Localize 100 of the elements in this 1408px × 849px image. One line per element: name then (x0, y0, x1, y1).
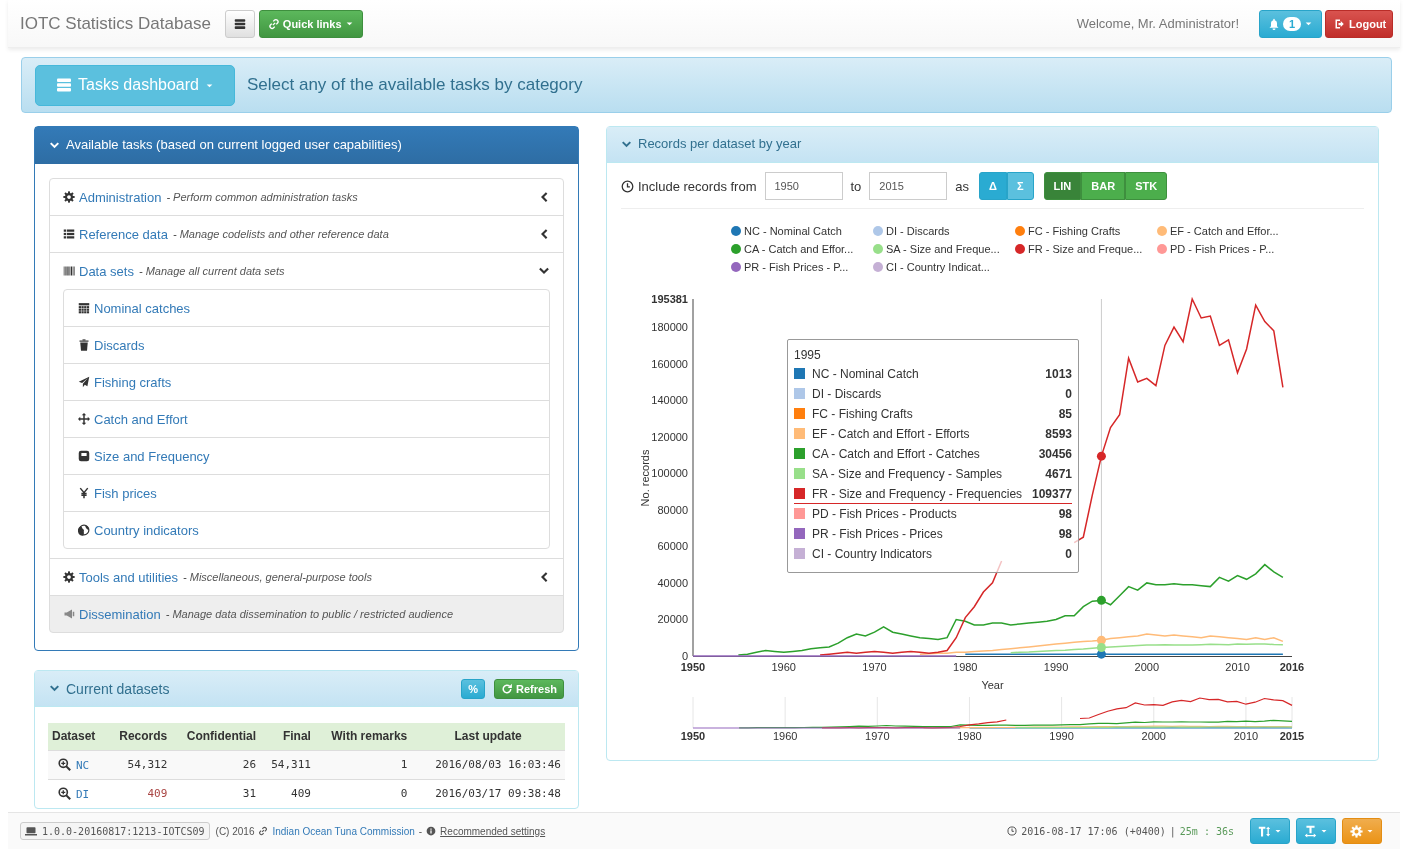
session-timer: 25m : 36s (1179, 825, 1234, 837)
logout-button[interactable]: Logout (1325, 9, 1393, 38)
column-header: Records (106, 723, 172, 750)
axis-tick-label: 1970 (862, 661, 887, 673)
axis-tick-label: 2010 (1225, 661, 1250, 673)
settings-button[interactable] (1342, 818, 1382, 844)
tooltip-label: NC - Nominal Catch (812, 366, 919, 381)
axis-title: No. records (639, 449, 651, 507)
axis-tick-label: 195381 (651, 293, 688, 305)
tooltip-value: 0 (1065, 386, 1072, 401)
column-header: Last update (411, 723, 565, 750)
data-point-marker (1096, 635, 1106, 645)
zoom-in-icon[interactable] (58, 786, 71, 800)
stacked-bars-icon (56, 77, 72, 93)
menu-button[interactable] (224, 9, 255, 38)
axis-tick-label: 40000 (657, 576, 688, 589)
tooltip-value: 109377 (1031, 486, 1072, 501)
table-cell: 26 (171, 750, 261, 779)
list-icon (63, 228, 75, 240)
chart-type-button[interactable]: STK (1125, 172, 1168, 200)
chevron-down-icon[interactable] (538, 265, 550, 277)
quick-links-button[interactable]: Quick links (258, 9, 363, 38)
laptop-icon (25, 825, 37, 837)
dataset-link[interactable]: Size and Frequency (64, 437, 549, 474)
divider-text: | (1169, 825, 1176, 837)
tooltip-label: CI - Country Indicators (812, 546, 933, 561)
text-width-button[interactable] (1296, 818, 1336, 844)
axis-tick-label: 160000 (651, 357, 688, 370)
scale-icon (78, 450, 90, 462)
dataset-link[interactable]: Fishing crafts (64, 363, 549, 400)
chart-type-button[interactable]: LIN (1043, 172, 1082, 200)
tooltip-value: 98 (1058, 506, 1072, 521)
dataset-code-link[interactable]: DI (76, 787, 90, 801)
dataset-link[interactable]: Nominal catches (64, 290, 549, 326)
axis-tick-label: 100000 (651, 467, 688, 480)
legend-item[interactable]: PD - Fish Prices - P... (1157, 240, 1299, 258)
table-cell: 54,311 (260, 750, 315, 779)
text-height-button[interactable] (1250, 818, 1290, 844)
table-cell: 1 (314, 750, 412, 779)
trash-icon (78, 339, 90, 351)
refresh-button[interactable]: Refresh (494, 678, 564, 699)
axis-tick-label: 0 (681, 650, 688, 662)
legend-item[interactable]: DI - Discards (873, 222, 1015, 240)
axis-tick-label: 180000 (651, 321, 688, 334)
legend-item[interactable]: EF - Catch and Effor... (1157, 222, 1299, 240)
tooltip-value: 98 (1058, 526, 1072, 541)
info-icon (426, 826, 437, 836)
welcome-text: Welcome, Mr. Administrator! (1076, 16, 1239, 31)
tooltip-label: EF - Catch and Effort - Efforts (812, 426, 970, 441)
notifications-button[interactable]: 1 (1259, 9, 1322, 38)
link-icon (267, 17, 280, 30)
axis-tick-label: 2016 (1279, 661, 1305, 673)
task-link[interactable]: Reference data (79, 226, 168, 242)
settings-link[interactable]: Recommended settings (440, 825, 546, 837)
caret-icon (1320, 827, 1328, 835)
column-header: Final (260, 723, 315, 750)
dataset-link[interactable]: Discards (64, 326, 549, 363)
navigator-label: 2000 (1141, 730, 1166, 742)
legend-item[interactable]: CI - Country Indicat... (873, 258, 1015, 276)
range-label: as (955, 178, 970, 194)
panel-title: Current datasets (66, 679, 170, 699)
from-year-field[interactable]: 1950 (764, 172, 843, 200)
chart-type-button[interactable]: BAR (1081, 172, 1126, 200)
axis-tick-label: 1960 (771, 661, 796, 673)
to-year-field[interactable]: 2015 (869, 172, 948, 200)
dataset-link[interactable]: Catch and Effort (64, 400, 549, 437)
dataset-code-link[interactable]: NC (76, 758, 90, 772)
dataset-link[interactable]: Country indicators (64, 511, 549, 548)
clock-icon (621, 179, 634, 193)
task-description: - Miscellaneous, general-purpose tools (183, 571, 372, 583)
caret-icon (1366, 827, 1374, 835)
legend-item[interactable]: CA - Catch and Effor... (731, 240, 873, 258)
task-link[interactable]: Administration (79, 189, 162, 205)
separator-text: - (418, 825, 423, 837)
zoom-in-icon[interactable] (58, 757, 71, 771)
legend-item[interactable]: SA - Size and Freque... (873, 240, 1015, 258)
axis-tick-label: 1980 (953, 661, 978, 673)
header-subtitle: Select any of the available tasks by category (246, 75, 583, 95)
app-title: IOTC Statistics Database (20, 13, 211, 34)
legend-item[interactable]: PR - Fish Prices - P... (731, 258, 873, 276)
table-cell: 54,312 (106, 750, 172, 779)
panel-title: Records per dataset by year (638, 135, 802, 154)
organisation-link[interactable]: Indian Ocean Tuna Commission (272, 825, 415, 837)
text-height-icon (1258, 824, 1271, 838)
legend-item[interactable]: NC - Nominal Catch (731, 222, 873, 240)
task-link[interactable]: Data sets (79, 263, 134, 279)
range-label: Include records from (638, 178, 757, 194)
legend-item[interactable]: FC - Fishing Crafts (1015, 222, 1157, 240)
task-link[interactable]: Tools and utilities (79, 569, 178, 585)
tooltip-label: FR - Size and Frequency - Frequencies (812, 486, 1023, 501)
caret-icon (1304, 19, 1314, 28)
tooltip-label: PD - Fish Prices - Products (812, 506, 957, 521)
legend-item[interactable]: FR - Size and Freque... (1015, 240, 1157, 258)
caret-icon (1274, 827, 1282, 835)
column-header: Dataset (48, 723, 107, 750)
refresh-icon (501, 682, 514, 695)
dataset-link[interactable]: Fish prices (64, 474, 549, 511)
data-point-marker (1096, 451, 1106, 461)
navigator-drawing[interactable] (692, 697, 1293, 729)
mode-button[interactable]: Δ (979, 172, 1007, 200)
